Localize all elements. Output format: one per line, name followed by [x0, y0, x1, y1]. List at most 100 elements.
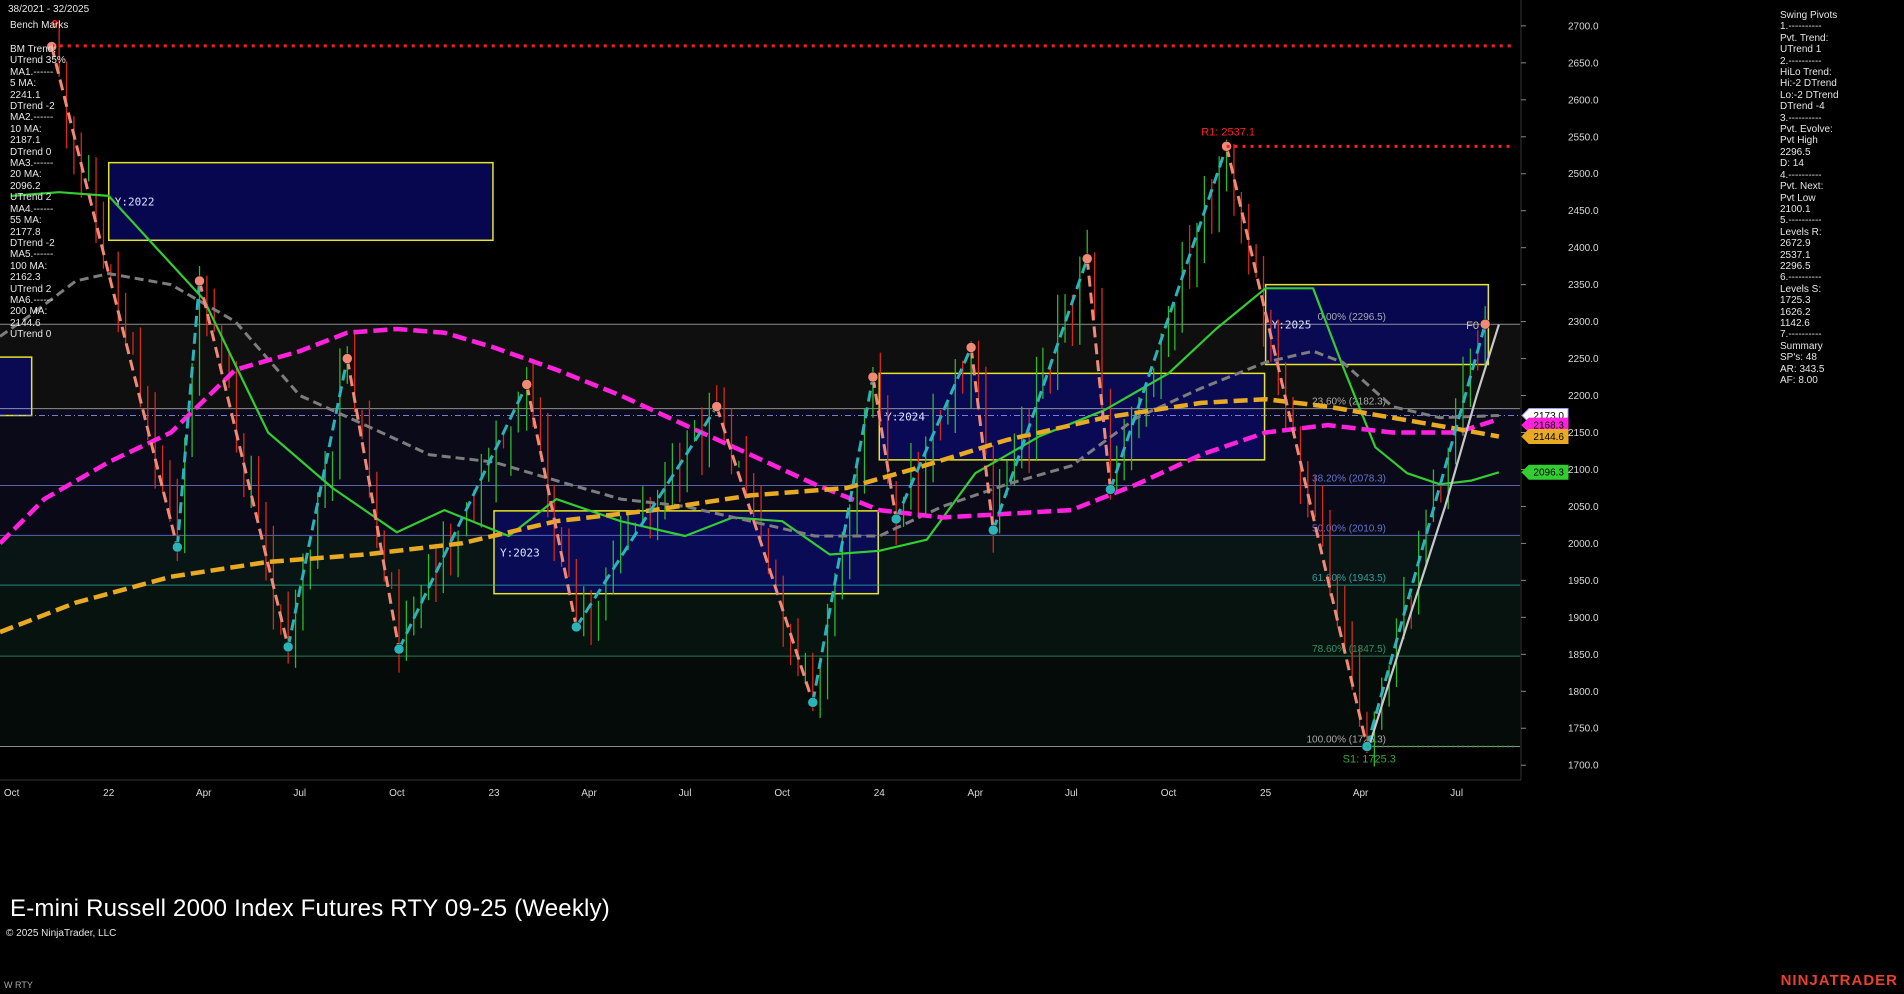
x-tick-label: Jul — [679, 788, 692, 799]
panel-line: 100 MA: — [10, 260, 48, 272]
y-tick-label: 2400.0 — [1568, 243, 1599, 254]
x-tick-label: Jul — [1450, 788, 1463, 799]
y-tick-label: 2650.0 — [1568, 58, 1599, 69]
fib-zone — [0, 585, 1520, 657]
panel-line: Pvt High — [1780, 135, 1818, 147]
panel-line: Swing Pivots — [1780, 10, 1838, 21]
x-tick-label: Oct — [774, 788, 790, 799]
panel-line: UTrend 35% — [10, 55, 66, 67]
panel-line: MA6.------ — [10, 294, 54, 306]
x-tick-label: Oct — [389, 788, 405, 799]
fib-zone — [0, 656, 1520, 747]
x-tick-label: Jul — [1065, 788, 1078, 799]
panel-line: 2162.3 — [10, 272, 41, 284]
panel-line: MA4.------ — [10, 203, 54, 215]
swing-pivot-marker — [521, 379, 532, 390]
brand-logo: NINJATRADER — [1780, 972, 1898, 989]
panel-line: 6.---------- — [1780, 272, 1822, 284]
x-tick-label: 25 — [1260, 788, 1272, 799]
panel-line: 2096.2 — [10, 180, 41, 192]
year-box-label: Y:2024 — [885, 411, 925, 424]
swing-pivot-marker — [282, 641, 294, 653]
panel-line: 1626.2 — [1780, 306, 1811, 318]
y-tick-label: 1700.0 — [1568, 761, 1599, 772]
swing-pivot-marker — [1081, 253, 1093, 265]
price-tag-label: 2096.3 — [1533, 468, 1564, 479]
panel-line: Pvt Low — [1780, 192, 1816, 204]
y-tick-label: 1750.0 — [1568, 724, 1599, 735]
swing-pivot-marker — [1105, 484, 1116, 495]
panel-line: 20 MA: — [10, 169, 42, 181]
panel-line: 1142.6 — [1780, 317, 1810, 329]
year-box-label: Y:2025 — [1272, 319, 1312, 332]
fib-label: 61.80% (1943.5) — [1312, 573, 1386, 584]
swing-pivot-marker — [711, 401, 722, 412]
y-tick-label: 2550.0 — [1568, 132, 1599, 143]
price-chart[interactable]: Y:2022 Y:2023 Y:2024 Y:2025 0.00% (2296.5) 2… — [0, 0, 1904, 994]
panel-line: BM Trend: — [10, 44, 57, 55]
bench-marks-label: Bench Marks — [10, 20, 69, 31]
swing-pivots-panel: Swing Pivots 1.---------- Pvt. Trend: UTren… — [1780, 10, 1839, 386]
panel-line: AR: 343.5 — [1780, 363, 1825, 375]
y-tick-label: 1800.0 — [1568, 687, 1599, 698]
year-box — [878, 372, 1266, 461]
y-tick-label: 2050.0 — [1568, 502, 1599, 513]
panel-line: MA5.------ — [10, 249, 54, 261]
panel-line: Lo:-2 DTrend — [1780, 89, 1839, 101]
panel-line: 4.---------- — [1780, 169, 1822, 181]
panel-line: 2672.9 — [1780, 238, 1811, 250]
panel-line: 2144.6 — [10, 317, 41, 329]
fib-label: 0.00% (2296.5) — [1318, 312, 1386, 323]
x-tick-label: Oct — [1161, 788, 1177, 799]
panel-line: Levels R: — [1780, 226, 1822, 238]
x-tick-label: Jul — [293, 788, 306, 799]
panel-line: MA3.------ — [10, 158, 54, 170]
swing-pivot-marker — [393, 643, 405, 655]
swing-pivot-marker — [807, 697, 819, 708]
chart-annotation: F0 — [1466, 320, 1479, 332]
panel-line: MA1.------ — [10, 66, 54, 78]
year-box — [0, 356, 33, 417]
panel-line: D: 14 — [1780, 158, 1804, 170]
y-tick-label: 2000.0 — [1568, 539, 1599, 550]
x-tick-label: Oct — [4, 788, 20, 799]
y-tick-label: 2700.0 — [1568, 21, 1599, 32]
chart-annotation: R1: 2537.1 — [1201, 126, 1255, 138]
panel-line: 3.---------- — [1780, 112, 1822, 124]
swing-pivot-marker — [1479, 318, 1491, 330]
panel-line: Hi:-2 DTrend — [1780, 78, 1837, 90]
x-tick-label: Apr — [968, 788, 984, 799]
panel-line: 2177.8 — [10, 226, 41, 238]
panel-line: UTrend 2 — [10, 192, 52, 204]
panel-line: DTrend -2 — [10, 101, 55, 113]
chart-title: E-mini Russell 2000 Index Futures RTY 09… — [10, 895, 610, 922]
panel-line: 1725.3 — [1780, 295, 1811, 307]
symbol-tag: W RTY — [4, 980, 33, 990]
x-tick-label: Apr — [1353, 788, 1369, 799]
panel-line: 10 MA: — [10, 123, 42, 135]
swing-pivot-marker — [342, 353, 353, 364]
swing-pivot-marker — [571, 621, 582, 633]
panel-line: AF: 8.00 — [1780, 375, 1818, 386]
x-tick-label: Apr — [581, 788, 597, 799]
swing-pivot-marker — [988, 524, 999, 536]
x-tick-label: 24 — [874, 788, 886, 799]
panel-line: 1.---------- — [1780, 21, 1822, 33]
panel-line: 2.---------- — [1780, 55, 1822, 67]
panel-line: 5 MA: — [10, 78, 37, 90]
swing-pivot-marker — [867, 371, 879, 383]
y-tick-label: 2150.0 — [1568, 428, 1599, 439]
panel-line: Pvt. Trend: — [1780, 32, 1829, 44]
bench-marks-panel: BM Trend: UTrend 35% MA1.------ 5 MA: 2241.1… — [10, 44, 66, 341]
panel-line: 55 MA: — [10, 215, 42, 227]
fib-label: 38.20% (2078.3) — [1312, 474, 1386, 485]
panel-line: 7.---------- — [1780, 329, 1822, 341]
y-tick-label: 2250.0 — [1568, 354, 1599, 365]
year-box-label: Y:2023 — [500, 546, 540, 559]
panel-line: UTrend 1 — [1780, 44, 1822, 56]
panel-line: MA2.------ — [10, 112, 54, 124]
y-tick-label: 2450.0 — [1568, 206, 1599, 217]
year-box — [107, 161, 494, 242]
year-box-label: Y:2022 — [115, 195, 155, 208]
swing-pivot-marker — [890, 513, 902, 525]
